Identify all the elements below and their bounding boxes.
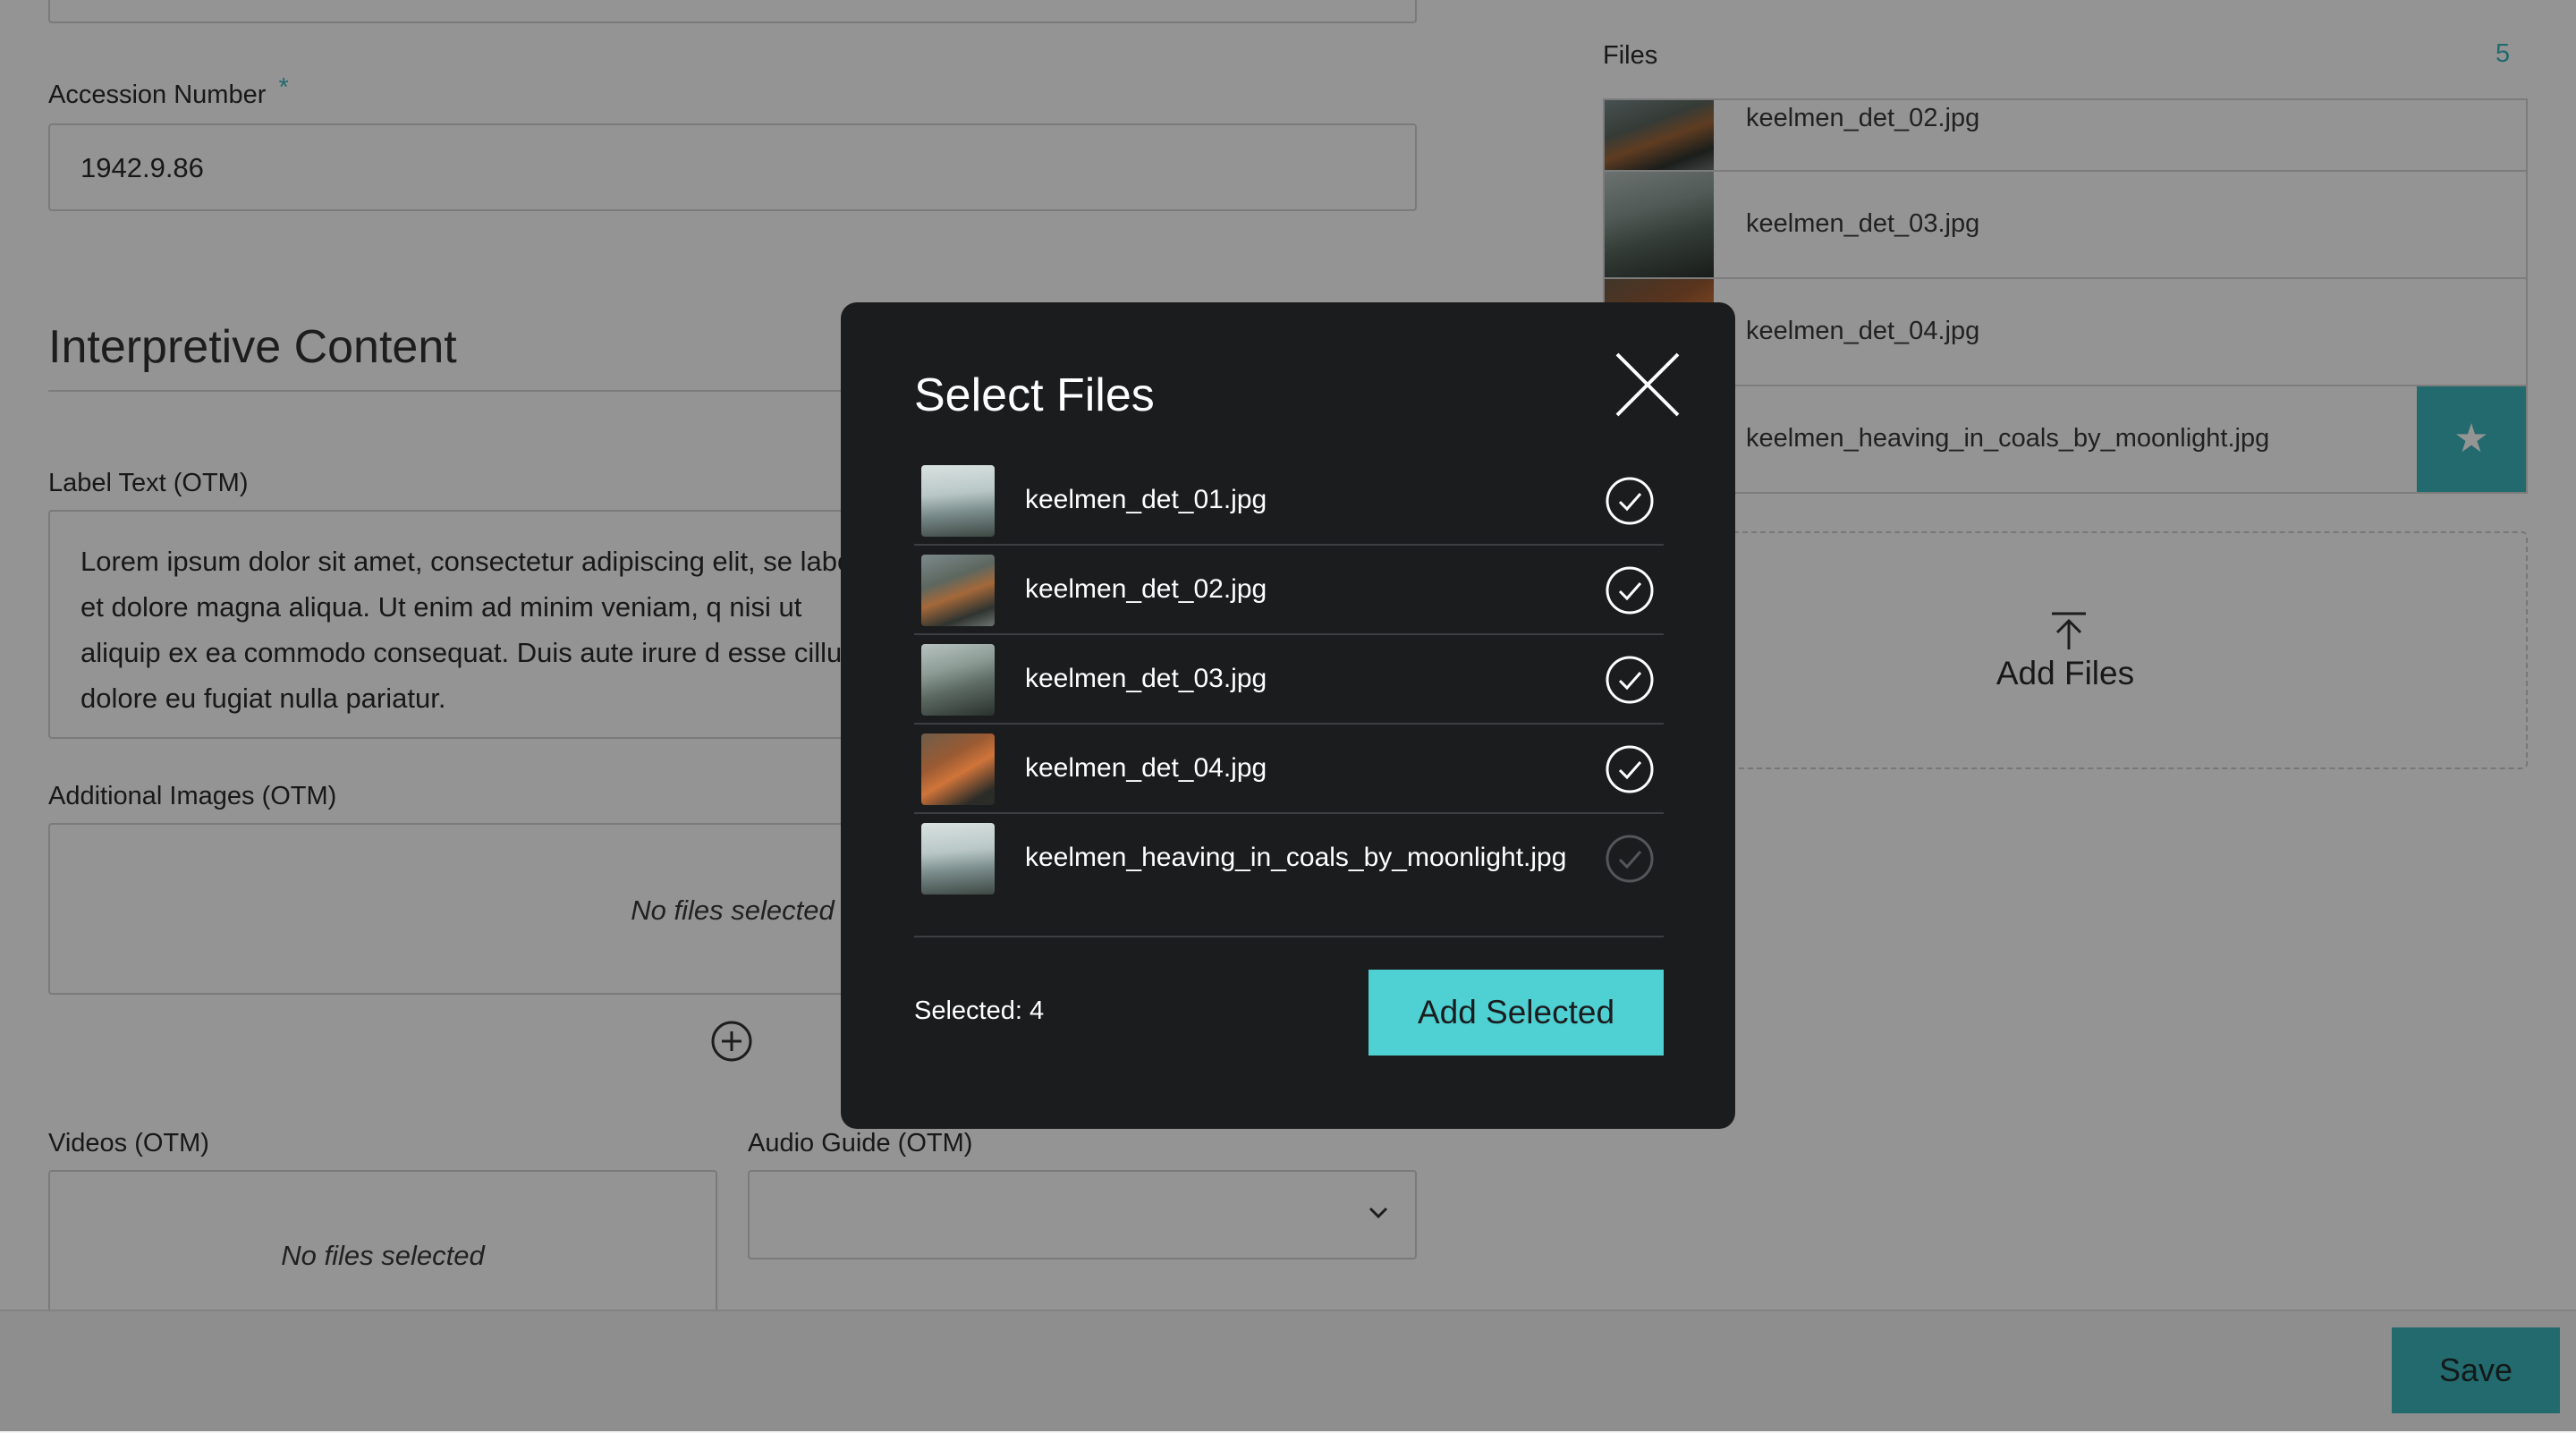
file-name: keelmen_heaving_in_coals_by_moonlight.jp… bbox=[1025, 843, 1567, 872]
check-circle-icon[interactable] bbox=[1605, 565, 1655, 615]
check-circle-icon[interactable] bbox=[1605, 834, 1655, 884]
file-thumbnail bbox=[921, 465, 995, 537]
file-thumbnail bbox=[921, 733, 995, 805]
file-name: keelmen_det_04.jpg bbox=[1025, 753, 1267, 783]
modal-file-row[interactable]: keelmen_det_01.jpg bbox=[914, 456, 1664, 546]
modal-file-row[interactable]: keelmen_det_04.jpg bbox=[914, 725, 1664, 814]
file-name: keelmen_det_01.jpg bbox=[1025, 485, 1267, 514]
file-thumbnail bbox=[921, 823, 995, 895]
file-thumbnail bbox=[921, 644, 995, 716]
file-name: keelmen_det_02.jpg bbox=[1025, 574, 1267, 604]
modal-file-row[interactable]: keelmen_det_02.jpg bbox=[914, 546, 1664, 635]
modal-title: Select Files bbox=[914, 369, 1155, 421]
add-selected-button[interactable]: Add Selected bbox=[1368, 970, 1664, 1056]
check-circle-icon[interactable] bbox=[1605, 744, 1655, 794]
check-circle-icon[interactable] bbox=[1605, 476, 1655, 526]
check-circle-icon[interactable] bbox=[1605, 655, 1655, 705]
modal-file-row[interactable]: keelmen_heaving_in_coals_by_moonlight.jp… bbox=[914, 814, 1664, 903]
file-thumbnail bbox=[921, 555, 995, 626]
close-icon[interactable] bbox=[1612, 349, 1683, 420]
file-name: keelmen_det_03.jpg bbox=[1025, 664, 1267, 693]
selected-count: Selected: 4 bbox=[914, 996, 1045, 1025]
modal-file-row[interactable]: keelmen_det_03.jpg bbox=[914, 635, 1664, 725]
modal-divider bbox=[914, 936, 1664, 937]
select-files-modal: Select Files keelmen_det_01.jpg keelmen_… bbox=[841, 302, 1735, 1129]
